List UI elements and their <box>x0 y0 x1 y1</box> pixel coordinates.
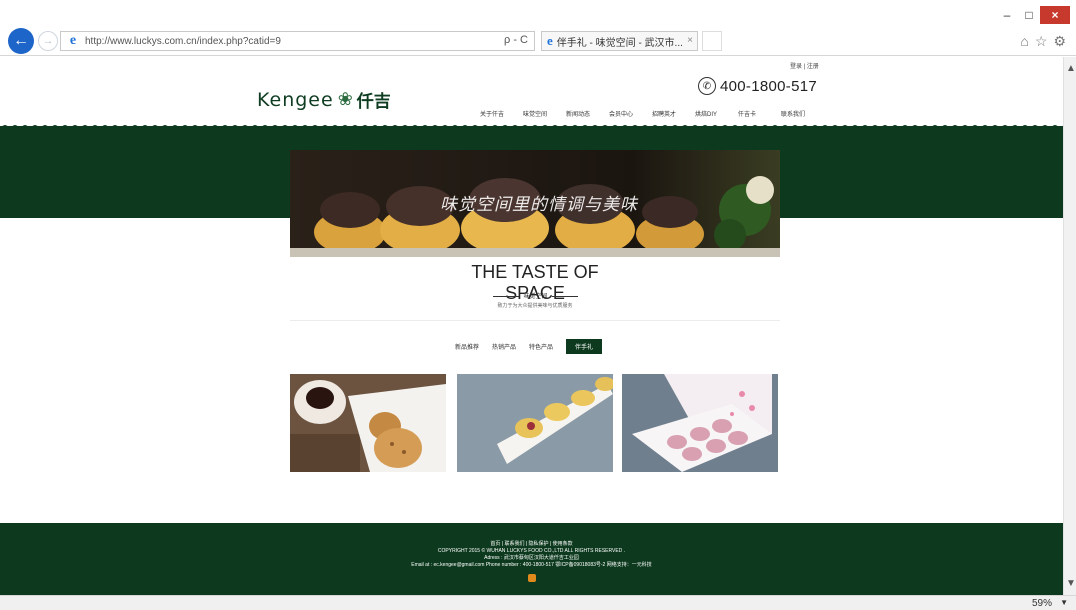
product-image-cookies[interactable] <box>290 374 446 472</box>
footer-copyright: COPYRIGHT 2015 © WUHAN LUCKYS FOOD CO.,L… <box>437 548 626 554</box>
tab-title: 伴手礼 - 味觉空间 - 武汉市... <box>556 37 683 49</box>
back-button[interactable]: ← <box>8 28 34 54</box>
divider <box>290 320 780 321</box>
nav-item[interactable]: 烘焙DIY <box>695 109 738 118</box>
search-refresh-icons[interactable]: ρ - C <box>504 34 528 46</box>
ie-icon: e <box>69 33 77 48</box>
zoom-level[interactable]: 59% <box>1032 598 1052 609</box>
hotline: ✆ 400-1800-517 <box>698 77 817 95</box>
nav-item[interactable]: 味觉空间 <box>523 109 566 118</box>
logo-english: Kengee <box>257 88 334 111</box>
star-icon[interactable]: ☆ <box>1035 33 1048 50</box>
vertical-scrollbar[interactable]: ▲ ▼ <box>1063 57 1076 595</box>
footer-contact: Email at : ec.kengee@gmail.com Phone num… <box>411 562 652 568</box>
status-bar: 59% ▼ <box>0 595 1076 610</box>
site-footer: 首页 | 联系我们 | 隐私保护 | 使用条款 COPYRIGHT 2015 ©… <box>0 523 1063 595</box>
scalloped-edge <box>0 125 1063 129</box>
tree-icon: ❀ <box>337 89 353 109</box>
window-controls: – □ × <box>996 6 1070 24</box>
address-url[interactable]: http://www.luckys.com.cn/index.php?catid… <box>85 36 281 47</box>
tab-close-icon[interactable]: × <box>687 35 693 46</box>
address-bar[interactable]: e http://www.luckys.com.cn/index.php?cat… <box>60 31 535 51</box>
nav-item[interactable]: 关于仟吉 <box>480 109 523 118</box>
section-subtitle: 味觉空间 <box>488 291 583 300</box>
category-tab[interactable]: 特色产品 <box>529 342 553 351</box>
phone-number: 400-1800-517 <box>720 77 818 95</box>
product-image-tarts[interactable] <box>457 374 613 472</box>
home-icon[interactable]: ⌂ <box>1020 33 1028 50</box>
forward-arrow-icon: → <box>42 35 54 47</box>
minimize-button[interactable]: – <box>996 6 1018 24</box>
category-tabs: 新品推荐 热销产品 特色产品 伴手礼 <box>455 339 603 354</box>
tab-ie-icon: e <box>547 33 553 48</box>
toolbar-icons: ⌂ ☆ ⚙ <box>1020 33 1066 50</box>
product-image-giftbox[interactable] <box>622 374 778 472</box>
zoom-dropdown-icon[interactable]: ▼ <box>1060 598 1068 607</box>
scroll-up-icon[interactable]: ▲ <box>1066 63 1076 74</box>
hero-banner: 味觉空间里的情调与美味 <box>290 150 780 257</box>
scroll-down-icon[interactable]: ▼ <box>1066 578 1076 589</box>
back-arrow-icon: ← <box>13 32 29 49</box>
gear-icon[interactable]: ⚙ <box>1053 33 1066 50</box>
certification-badge-icon[interactable] <box>527 574 536 582</box>
browser-tab[interactable]: e 伴手礼 - 味觉空间 - 武汉市... × <box>541 31 698 51</box>
section-description: 致力于为大众提供美味与优质服务 <box>497 303 573 309</box>
banner-caption: 味觉空间里的情调与美味 <box>440 195 638 215</box>
main-navigation: 关于仟吉 味觉空间 新闻动态 会员中心 招聘英才 烘焙DIY 仟吉卡 联系我们 <box>480 109 824 118</box>
site-header: Kengee ❀ 仟吉 登录 | 注册 ✆ 400-1800-517 关于仟吉 … <box>0 57 1063 127</box>
new-tab-button[interactable] <box>702 31 722 51</box>
nav-item[interactable]: 新闻动态 <box>566 109 609 118</box>
site-logo[interactable]: Kengee ❀ 仟吉 <box>257 87 391 112</box>
category-tab-active[interactable]: 伴手礼 <box>566 339 603 354</box>
browser-chrome: ← → e http://www.luckys.com.cn/index.php… <box>0 0 1076 56</box>
phone-icon: ✆ <box>698 77 716 95</box>
nav-item[interactable]: 招聘英才 <box>652 109 695 118</box>
nav-item[interactable]: 仟吉卡 <box>738 109 781 118</box>
web-page: Kengee ❀ 仟吉 登录 | 注册 ✆ 400-1800-517 关于仟吉 … <box>0 57 1063 595</box>
login-register-link[interactable]: 登录 | 注册 <box>790 61 819 70</box>
footer-address: Adress : 武汉市蔡甸区汉阳大道仟吉工业园 <box>484 555 579 561</box>
logo-chinese: 仟吉 <box>356 92 391 111</box>
nav-item[interactable]: 会员中心 <box>609 109 652 118</box>
footer-links[interactable]: 首页 | 联系我们 | 隐私保护 | 使用条款 <box>0 541 1063 548</box>
maximize-button[interactable]: □ <box>1018 6 1040 24</box>
close-window-button[interactable]: × <box>1040 6 1070 24</box>
category-tab[interactable]: 新品推荐 <box>455 342 479 351</box>
category-tab[interactable]: 热销产品 <box>492 342 516 351</box>
nav-item[interactable]: 联系我们 <box>781 109 824 118</box>
forward-button[interactable]: → <box>38 31 58 51</box>
